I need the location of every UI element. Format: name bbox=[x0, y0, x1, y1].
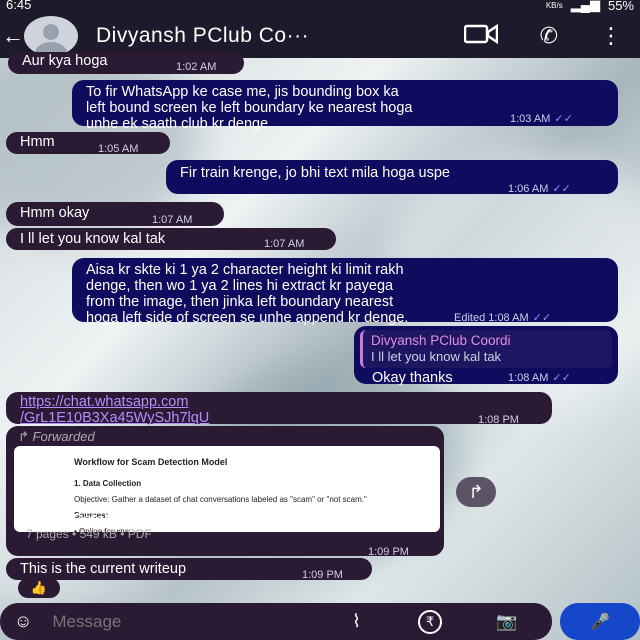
status-time: 6:45 bbox=[6, 0, 32, 12]
message-time: 1:09 PM bbox=[302, 569, 343, 581]
battery-level: 55% bbox=[607, 0, 634, 13]
message-text: Hmm okay bbox=[20, 205, 90, 221]
forward-icon: ↱ bbox=[18, 429, 29, 444]
message-text: Hmm bbox=[20, 134, 55, 150]
payment-icon[interactable]: ₹ bbox=[418, 609, 442, 634]
message-outgoing[interactable]: Fir train krenge, jo bhi text mila hoga … bbox=[166, 160, 618, 195]
message-text: Okay thanks bbox=[372, 370, 453, 386]
message-time: 1:08 AM ✓✓ bbox=[508, 372, 571, 384]
message-input-bar[interactable]: ☺ ⌇ ₹ 📷 bbox=[0, 603, 552, 640]
avatar[interactable] bbox=[24, 16, 78, 56]
read-receipt-icon: ✓✓ bbox=[554, 113, 573, 125]
group-invite-link[interactable]: /GrL1E10B3Xa45WySJh7lqU bbox=[20, 410, 538, 426]
doc-objective: Objective: Gather a dataset of chat conv… bbox=[74, 495, 367, 504]
camera-icon[interactable]: 📷 bbox=[496, 612, 517, 632]
message-text: This is the current writeup bbox=[20, 561, 187, 577]
message-text: Fir train krenge, jo bhi text mila hoga … bbox=[180, 165, 450, 181]
message-text-line: Aisa kr skte ki 1 ya 2 character height … bbox=[86, 262, 404, 278]
message-outgoing[interactable]: Aisa kr skte ki 1 ya 2 character height … bbox=[72, 258, 618, 326]
net-speed: KB/s bbox=[545, 0, 563, 10]
file-meta: 7 pages • 549 kB • PDF bbox=[26, 527, 152, 541]
read-receipt-icon: ✓✓ bbox=[532, 312, 552, 324]
read-receipt-icon: ✓✓ bbox=[552, 372, 571, 384]
message-incoming[interactable]: Hmm okay 1:07 AM bbox=[6, 202, 224, 226]
message-text-line: from the image, then jinka left boundary… bbox=[86, 294, 394, 310]
back-arrow-icon[interactable]: ← bbox=[2, 23, 24, 49]
message-incoming[interactable]: https://chat.whatsapp.com /GrL1E10B3Xa45… bbox=[6, 392, 552, 426]
mic-icon: 🎤 bbox=[590, 613, 610, 631]
message-text: I ll let you know kal tak bbox=[20, 231, 166, 247]
status-bar: 6:45 KB/s ▂▄▆ 55% bbox=[0, 0, 640, 14]
message-text-line: denge, then wo 1 ya 2 lines hi extract k… bbox=[86, 278, 394, 294]
more-options-icon[interactable]: ⋮ bbox=[600, 23, 622, 49]
message-input[interactable] bbox=[50, 610, 315, 633]
read-receipt-icon: ✓✓ bbox=[552, 183, 571, 195]
group-invite-link[interactable]: https://chat.whatsapp.com bbox=[20, 394, 538, 410]
message-time: 1:03 AM ✓✓ bbox=[510, 113, 573, 125]
message-outgoing[interactable]: To fir WhatsApp ke case me, jis bounding… bbox=[72, 80, 618, 132]
message-text-line: To fir WhatsApp ke case me, jis bounding… bbox=[86, 84, 399, 100]
edited-label: Edited bbox=[454, 312, 486, 324]
message-incoming[interactable]: Hmm 1:05 AM bbox=[6, 132, 170, 155]
thumbs-up-icon: 👍 bbox=[30, 580, 48, 595]
message-text: Aur kya hoga bbox=[22, 53, 108, 69]
message-time: 1:08 PM bbox=[478, 414, 519, 426]
voice-call-icon[interactable]: ✆ bbox=[540, 23, 558, 49]
share-arrow-icon: ↱ bbox=[468, 481, 484, 502]
message-time: 1:07 AM bbox=[152, 214, 193, 226]
doc-section: 1. Data Collection bbox=[74, 479, 142, 488]
contact-name[interactable]: Divyansh PClub Co··· bbox=[96, 24, 309, 48]
message-incoming[interactable]: Aur kya hoga 1:02 AM bbox=[8, 52, 244, 74]
quoted-message[interactable]: Divyansh PClub Coordi I ll let you know … bbox=[360, 330, 612, 368]
attach-icon[interactable]: ⌇ bbox=[352, 611, 361, 632]
message-time: 1:09 PM bbox=[368, 546, 409, 558]
message-outgoing-reply[interactable]: Divyansh PClub Coordi I ll let you know … bbox=[354, 326, 618, 386]
doc-title: Workflow for Scam Detection Model bbox=[74, 457, 228, 467]
message-time: 1:06 AM ✓✓ bbox=[508, 183, 571, 195]
microphone-button[interactable]: 🎤 bbox=[560, 603, 640, 640]
video-call-icon[interactable] bbox=[463, 23, 498, 49]
quoted-text: I ll let you know kal tak bbox=[371, 349, 502, 364]
forwarded-label: ↱ Forwarded bbox=[18, 429, 95, 444]
message-time: 1:05 AM bbox=[98, 143, 139, 155]
message-time: 1:02 AM bbox=[176, 61, 217, 73]
message-time: Edited 1:08 AM ✓✓ bbox=[454, 312, 552, 324]
reaction-badge[interactable]: 👍 bbox=[18, 578, 60, 598]
message-forwarded-document[interactable]: ↱ Forwarded Workflow for Scam Detection … bbox=[6, 426, 444, 558]
signal-icon: ▂▄▆ bbox=[570, 0, 600, 12]
message-incoming[interactable]: I ll let you know kal tak 1:07 AM bbox=[6, 228, 336, 250]
forward-button[interactable]: ↱ bbox=[456, 477, 496, 507]
message-time: 1:07 AM bbox=[264, 238, 305, 250]
quoted-sender: Divyansh PClub Coordi bbox=[371, 333, 511, 348]
emoji-icon[interactable]: ☺ bbox=[14, 611, 32, 632]
message-incoming[interactable]: This is the current writeup 1:09 PM bbox=[6, 558, 372, 581]
